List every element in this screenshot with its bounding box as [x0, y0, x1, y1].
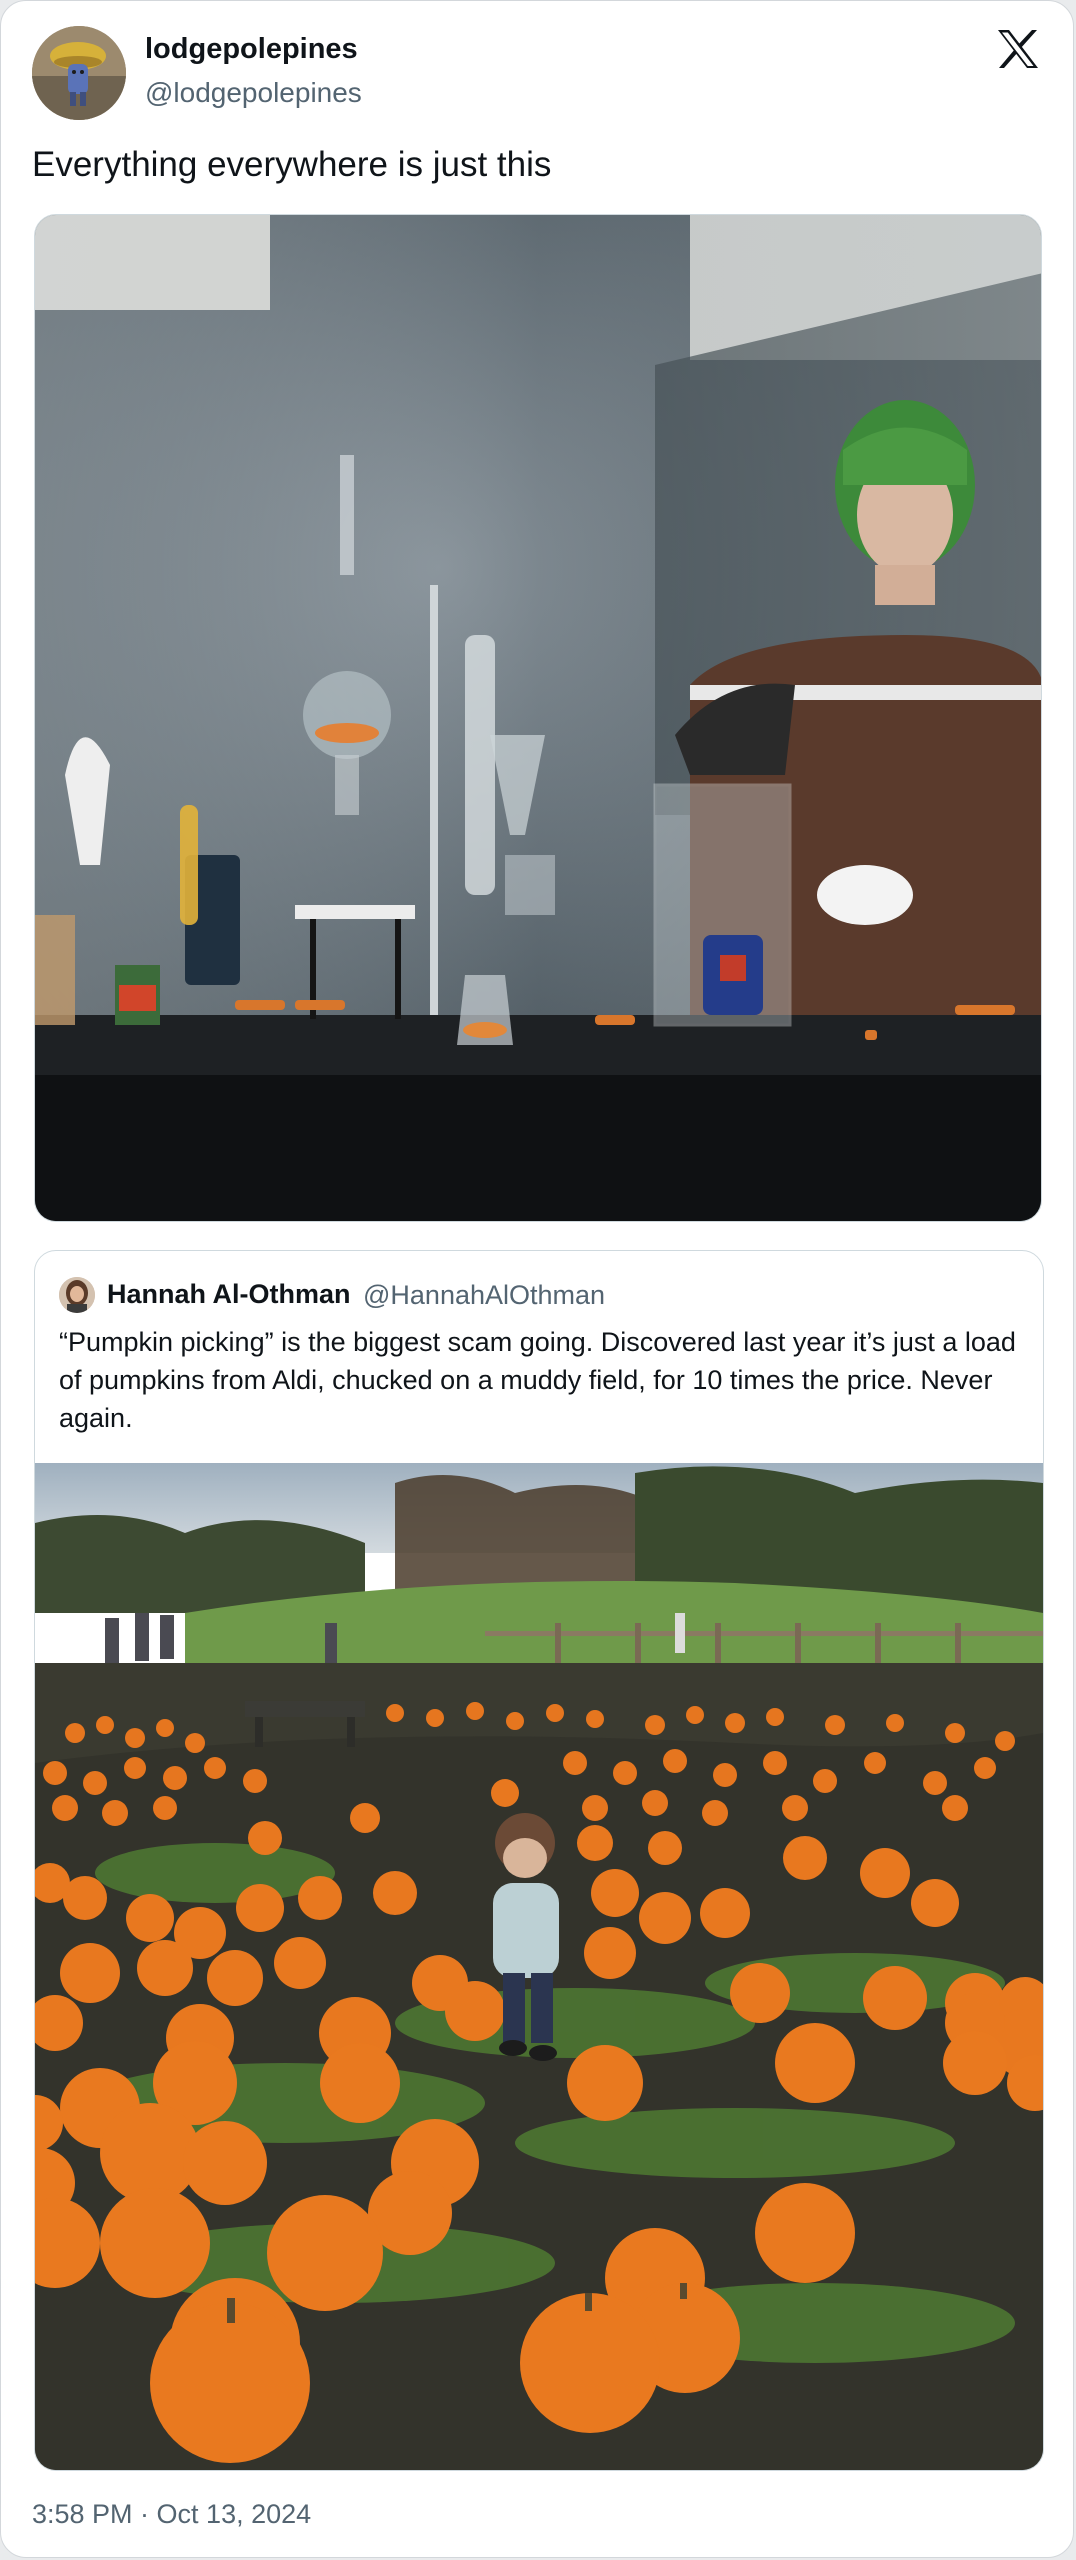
tweet-photo-lab[interactable] [34, 214, 1042, 1222]
tweet-card: lodgepolepines @lodgepolepines Everythin… [0, 0, 1074, 2558]
tweet-text: Everything everywhere is just this [32, 145, 552, 184]
profile-photo-avatar [59, 1277, 95, 1313]
quoted-author-name[interactable]: Hannah Al-Othman [107, 1279, 351, 1310]
lab-scene-image [35, 215, 1041, 1221]
mushroom-character-avatar [32, 26, 126, 120]
x-logo-icon[interactable] [996, 29, 1040, 69]
quoted-tweet[interactable]: Hannah Al-Othman @HannahAlOthman “Pumpki… [34, 1250, 1044, 2471]
author-handle[interactable]: @lodgepolepines [145, 77, 362, 109]
author-display-name[interactable]: lodgepolepines [145, 33, 358, 66]
quoted-author-handle[interactable]: @HannahAlOthman [363, 1280, 605, 1311]
quoted-tweet-text: “Pumpkin picking” is the biggest scam go… [59, 1327, 1016, 1433]
tweet-timestamp[interactable]: 3:58 PM · Oct 13, 2024 [32, 2499, 311, 2530]
quoted-photo-pumpkin-field[interactable] [35, 1463, 1043, 2470]
quoted-author-avatar[interactable] [59, 1277, 95, 1313]
author-avatar[interactable] [32, 26, 126, 120]
pumpkin-field-image [35, 1463, 1043, 2470]
